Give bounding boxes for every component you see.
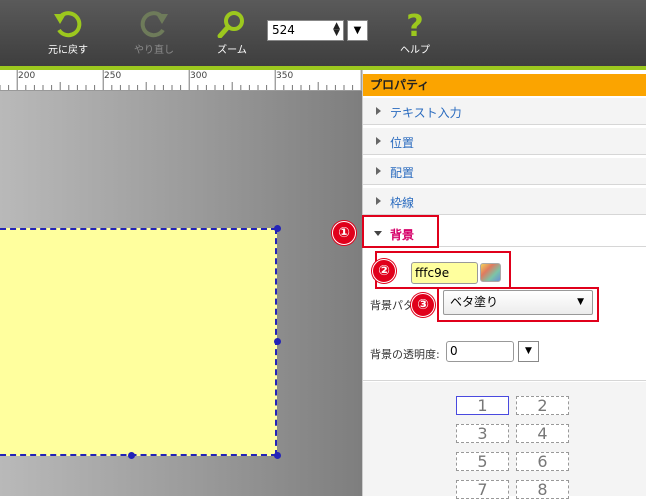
ruler-label: 300 [190, 71, 208, 81]
drawing-canvas[interactable]: 200 250 300 350 [0, 70, 362, 496]
callout-badge-2: ② [372, 259, 396, 283]
section-label: 枠線 [390, 196, 415, 210]
layer-cell[interactable]: 2 [516, 396, 569, 415]
callout-box-background-section [362, 215, 439, 248]
toolbar: 元に戻す やり直し ズーム 524 ▲ ▼ ▼ ? ヘルプ [0, 0, 646, 66]
undo-icon [54, 11, 82, 38]
ruler-label: 250 [104, 71, 122, 81]
layer-cell[interactable]: 7 [456, 480, 509, 499]
question-mark-icon: ? [406, 10, 423, 38]
zoom-button[interactable]: ズーム [197, 6, 267, 62]
resize-handle-top-right[interactable] [274, 225, 281, 232]
help-button[interactable]: ? ヘルプ [380, 6, 450, 62]
zoom-spinner[interactable]: ▲ ▼ [333, 22, 340, 38]
zoom-value: 524 [272, 23, 295, 37]
zoom-label: ズーム [217, 45, 247, 56]
layer-grid: 1 2 3 4 5 6 7 8 [363, 382, 646, 499]
layer-cell[interactable]: 8 [516, 480, 569, 499]
section-label: 配置 [390, 166, 415, 180]
help-label: ヘルプ [400, 45, 430, 56]
resize-handle-bottom[interactable] [128, 452, 135, 459]
panel-title: プロパティ [363, 74, 646, 96]
section-label: テキスト入力 [390, 106, 462, 120]
svg-text:?: ? [406, 10, 423, 38]
opacity-dropdown-button[interactable]: ▼ [518, 341, 539, 362]
zoom-level-input[interactable]: 524 ▲ ▼ [267, 20, 344, 41]
resize-handle-bottom-right[interactable] [274, 452, 281, 459]
chevron-right-icon [376, 167, 381, 175]
resize-handle-right[interactable] [274, 338, 281, 345]
callout-badge-3: ③ [411, 293, 435, 317]
section-text-input[interactable]: テキスト入力 [363, 98, 646, 125]
section-position[interactable]: 位置 [363, 128, 646, 155]
magnifier-icon [217, 11, 244, 38]
zoom-dropdown-button[interactable]: ▼ [347, 20, 368, 41]
undo-label: 元に戻す [48, 45, 88, 56]
callout-badge-1: ① [332, 221, 356, 245]
callout-box-pattern [437, 287, 599, 322]
spin-down-icon[interactable]: ▼ [333, 28, 340, 38]
redo-button[interactable]: やり直し [119, 6, 189, 62]
horizontal-ruler: 200 250 300 350 [0, 70, 362, 91]
ruler-label: 350 [276, 71, 294, 81]
redo-label: やり直し [134, 45, 174, 56]
redo-icon [140, 11, 168, 38]
chevron-right-icon [376, 197, 381, 205]
ruler-label: 200 [18, 71, 36, 81]
chevron-right-icon [376, 107, 381, 115]
section-alignment[interactable]: 配置 [363, 158, 646, 185]
layer-cell[interactable]: 5 [456, 452, 509, 471]
section-label: 位置 [390, 136, 415, 150]
selected-rectangle-shape[interactable] [0, 228, 277, 456]
layer-cell[interactable]: 4 [516, 424, 569, 443]
layer-cell[interactable]: 1 [456, 396, 509, 415]
ruler-ticks [0, 70, 362, 90]
chevron-right-icon [376, 137, 381, 145]
section-border[interactable]: 枠線 [363, 188, 646, 215]
opacity-label: 背景の透明度: [370, 348, 440, 361]
layer-cell[interactable]: 6 [516, 452, 569, 471]
layer-cell[interactable]: 3 [456, 424, 509, 443]
undo-button[interactable]: 元に戻す [33, 6, 103, 62]
background-opacity-input[interactable]: 0 [446, 341, 514, 362]
